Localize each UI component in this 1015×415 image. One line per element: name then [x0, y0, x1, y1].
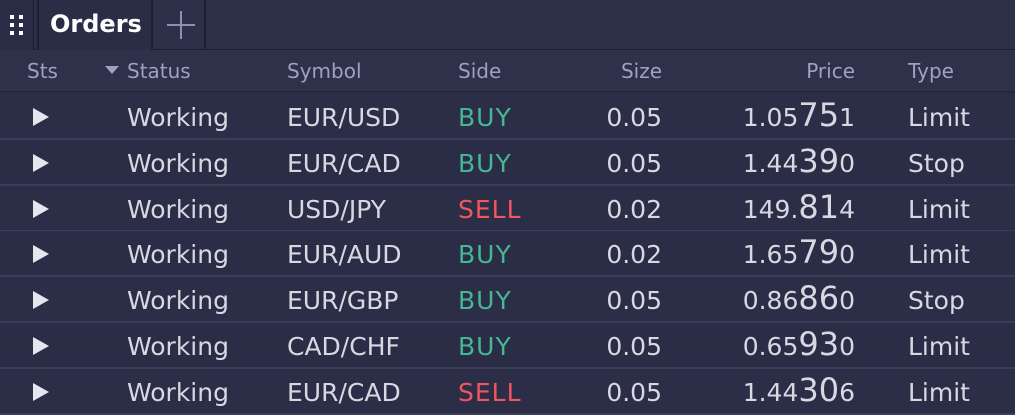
symbol-cell: EUR/USD: [287, 103, 401, 132]
table-row[interactable]: Working EUR/CAD SELL 0.05 1.44306 Limit: [0, 369, 1015, 415]
size-cell: 0.05: [606, 378, 662, 407]
price-post: 4: [839, 195, 855, 224]
column-header-status[interactable]: Status: [127, 59, 191, 83]
price-post: 0: [839, 240, 855, 269]
price-cell: 0.86860: [742, 282, 855, 315]
table-header: Sts Status Symbol Side Size Price Type: [0, 50, 1015, 92]
size-cell: 0.05: [606, 149, 662, 178]
table-row[interactable]: Working EUR/AUD BUY 0.02 1.65790 Limit: [0, 231, 1015, 277]
price-post: 1: [839, 103, 855, 132]
status-cell: Working: [127, 195, 229, 224]
price-pips: 86: [798, 279, 840, 317]
add-tab-button[interactable]: [156, 0, 206, 50]
tab-bar: Orders: [0, 0, 1015, 50]
column-header-side[interactable]: Side: [458, 59, 501, 83]
side-cell: SELL: [458, 378, 522, 407]
size-cell: 0.02: [606, 240, 662, 269]
table-row[interactable]: Working USD/JPY SELL 0.02 149.814 Limit: [0, 186, 1015, 232]
price-cell: 1.05751: [742, 99, 855, 132]
side-cell: BUY: [458, 332, 512, 361]
type-cell: Limit: [908, 240, 970, 269]
play-icon[interactable]: [33, 383, 49, 401]
price-post: 0: [839, 286, 855, 315]
price-pre: 1.44: [742, 149, 799, 178]
tab-orders[interactable]: Orders: [37, 0, 153, 50]
type-cell: Limit: [908, 103, 970, 132]
play-icon[interactable]: [33, 154, 49, 172]
price-pips: 75: [798, 96, 840, 134]
size-cell: 0.05: [606, 332, 662, 361]
column-header-size[interactable]: Size: [621, 59, 662, 83]
status-cell: Working: [127, 103, 229, 132]
type-cell: Limit: [908, 332, 970, 361]
status-cell: Working: [127, 240, 229, 269]
status-cell: Working: [127, 286, 229, 315]
price-cell: 149.814: [742, 191, 855, 224]
orders-panel: Orders Sts Status Symbol Side Size Price…: [0, 0, 1015, 415]
type-cell: Limit: [908, 195, 970, 224]
play-icon[interactable]: [33, 337, 49, 355]
symbol-cell: EUR/CAD: [287, 149, 401, 178]
side-cell: SELL: [458, 195, 522, 224]
price-pre: 0.86: [742, 286, 799, 315]
side-cell: BUY: [458, 240, 512, 269]
drag-handle-icon[interactable]: [0, 0, 34, 50]
symbol-cell: CAD/CHF: [287, 332, 400, 361]
tab-orders-label: Orders: [50, 10, 142, 38]
sort-descending-icon[interactable]: [105, 66, 119, 74]
play-icon[interactable]: [33, 245, 49, 263]
play-icon[interactable]: [33, 291, 49, 309]
size-cell: 0.05: [606, 103, 662, 132]
price-pre: 1.05: [742, 103, 799, 132]
price-pips: 81: [798, 188, 840, 226]
column-header-symbol[interactable]: Symbol: [287, 59, 362, 83]
symbol-cell: EUR/CAD: [287, 378, 401, 407]
column-header-sts[interactable]: Sts: [27, 59, 58, 83]
status-cell: Working: [127, 378, 229, 407]
symbol-cell: USD/JPY: [287, 195, 387, 224]
side-cell: BUY: [458, 286, 512, 315]
price-cell: 1.44390: [742, 145, 855, 178]
price-post: 6: [839, 378, 855, 407]
price-pips: 30: [798, 371, 840, 409]
table-row[interactable]: Working EUR/GBP BUY 0.05 0.86860 Stop: [0, 277, 1015, 323]
price-cell: 1.65790: [742, 236, 855, 269]
side-cell: BUY: [458, 149, 512, 178]
symbol-cell: EUR/GBP: [287, 286, 399, 315]
play-icon[interactable]: [33, 108, 49, 126]
price-post: 0: [839, 332, 855, 361]
size-cell: 0.02: [606, 195, 662, 224]
price-cell: 0.65930: [742, 328, 855, 361]
status-cell: Working: [127, 149, 229, 178]
table-row[interactable]: Working EUR/CAD BUY 0.05 1.44390 Stop: [0, 140, 1015, 186]
play-icon[interactable]: [33, 200, 49, 218]
price-cell: 1.44306: [742, 374, 855, 407]
table-row[interactable]: Working EUR/USD BUY 0.05 1.05751 Limit: [0, 94, 1015, 140]
table-row[interactable]: Working CAD/CHF BUY 0.05 0.65930 Limit: [0, 323, 1015, 369]
price-post: 0: [839, 149, 855, 178]
type-cell: Stop: [908, 286, 965, 315]
price-pre: 1.44: [742, 378, 799, 407]
side-cell: BUY: [458, 103, 512, 132]
price-pre: 1.65: [742, 240, 799, 269]
price-pips: 79: [798, 233, 840, 271]
type-cell: Stop: [908, 149, 965, 178]
price-pips: 93: [798, 325, 840, 363]
column-header-price[interactable]: Price: [806, 59, 855, 83]
status-cell: Working: [127, 332, 229, 361]
price-pre: 149.: [742, 195, 799, 224]
price-pips: 39: [798, 142, 840, 180]
symbol-cell: EUR/AUD: [287, 240, 402, 269]
column-header-type[interactable]: Type: [908, 59, 954, 83]
type-cell: Limit: [908, 378, 970, 407]
size-cell: 0.05: [606, 286, 662, 315]
price-pre: 0.65: [742, 332, 799, 361]
